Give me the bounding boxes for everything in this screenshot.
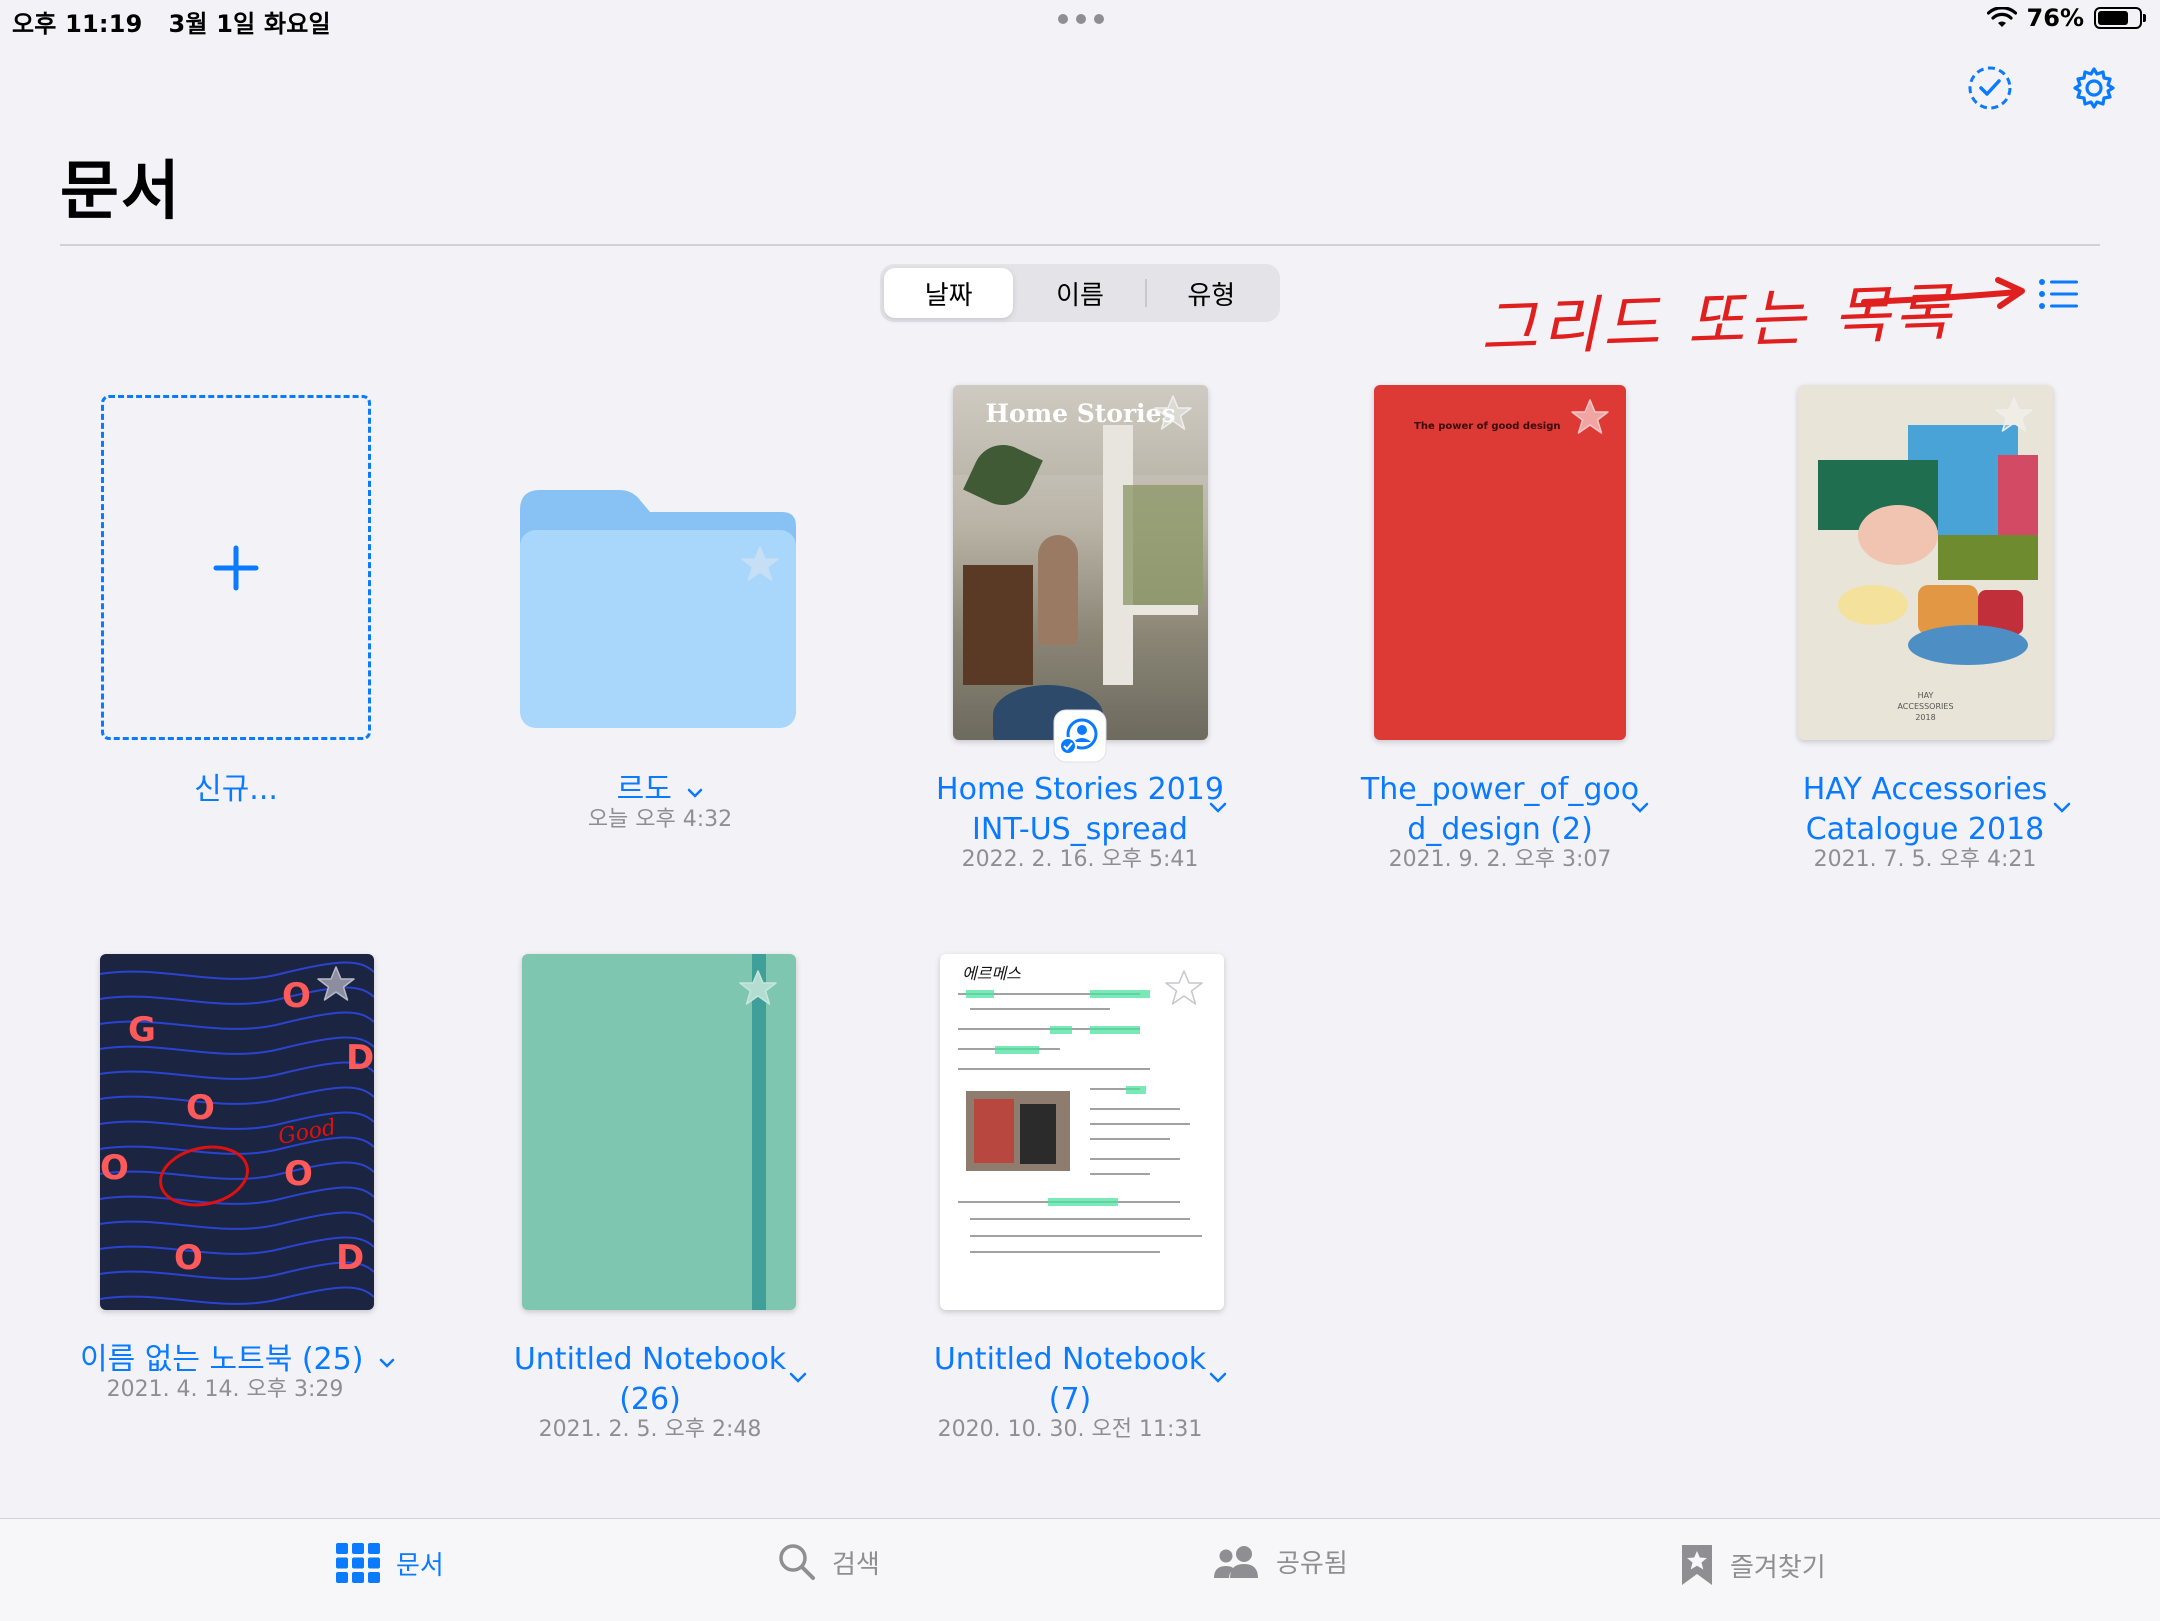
sort-option-date[interactable]: 날짜 bbox=[884, 268, 1014, 318]
document-thumbnail[interactable]: The power of good design bbox=[1374, 385, 1626, 740]
status-bar-left: 오후 11:19 3월 1일 화요일 bbox=[12, 4, 357, 39]
item-name[interactable]: Untitled Notebook (26) bbox=[480, 1340, 820, 1420]
item-name[interactable]: 이름 없는 노트북 (25) bbox=[60, 1340, 415, 1380]
item-name-line: Catalogue 2018 bbox=[1805, 812, 2045, 847]
battery-percent: 76% bbox=[2026, 4, 2084, 32]
chevron-down-icon[interactable] bbox=[1630, 800, 1650, 814]
document-thumbnail[interactable]: HAY ACCESSORIES 2018 bbox=[1798, 385, 2053, 740]
folder-name: 르도 bbox=[616, 772, 672, 807]
sort-option-name[interactable]: 이름 bbox=[1015, 268, 1144, 318]
item-name-line: Home Stories 2019 bbox=[936, 772, 1224, 807]
chevron-down-icon[interactable] bbox=[1208, 800, 1228, 814]
cover-letter: D bbox=[346, 1038, 374, 1078]
cover-letter: D bbox=[336, 1238, 365, 1278]
page-title: 문서 bbox=[60, 155, 182, 229]
item-name-line: HAY Accessories bbox=[1802, 772, 2048, 807]
gear-icon bbox=[2073, 67, 2115, 109]
item-date: 2021. 7. 5. 오후 4:21 bbox=[1813, 847, 2037, 872]
item-name-line: (26) bbox=[619, 1382, 681, 1417]
search-icon bbox=[779, 1544, 815, 1580]
item-date: 오늘 오후 4:32 bbox=[587, 807, 733, 832]
cover-letter: O bbox=[100, 1148, 129, 1188]
notebook-thumbnail[interactable]: G O O D O O O D Good bbox=[100, 954, 374, 1310]
folder-icon bbox=[520, 490, 796, 728]
favorite-star-icon[interactable] bbox=[1164, 968, 1204, 1008]
item-name[interactable]: The_power_of_goo d_design (2) bbox=[1330, 770, 1670, 850]
item-date: 2021. 4. 14. 오후 3:29 bbox=[106, 1377, 344, 1402]
cover-letter: O bbox=[284, 1154, 313, 1194]
select-button[interactable] bbox=[1962, 60, 2018, 116]
battery-icon bbox=[2094, 7, 2146, 29]
item-date: 2021. 9. 2. 오후 3:07 bbox=[1388, 847, 1612, 872]
item-name-line: INT-US_spread bbox=[972, 812, 1188, 847]
tab-label: 문서 bbox=[396, 1550, 444, 1581]
annotation-arrow-icon bbox=[1861, 277, 2025, 309]
favorite-star-icon[interactable] bbox=[738, 968, 778, 1008]
header-divider bbox=[60, 244, 2100, 246]
cover-letter: O bbox=[174, 1238, 203, 1278]
favorite-star-icon[interactable] bbox=[316, 964, 356, 1004]
cover-text: 2018 bbox=[1915, 713, 1936, 722]
item-name-line: 이름 없는 노트북 (25) bbox=[80, 1342, 364, 1377]
favorite-star-icon[interactable] bbox=[1570, 397, 1610, 437]
chevron-down-icon[interactable] bbox=[687, 787, 703, 799]
settings-button[interactable] bbox=[2066, 60, 2122, 116]
new-document-button[interactable] bbox=[101, 395, 371, 740]
tab-label: 검색 bbox=[832, 1549, 880, 1580]
tab-documents[interactable]: 문서 bbox=[336, 1543, 444, 1583]
sort-segmented-control[interactable]: 날짜 이름 유형 bbox=[880, 264, 1280, 322]
tab-label: 공유됨 bbox=[1276, 1549, 1348, 1579]
item-date: 2021. 2. 5. 오후 2:48 bbox=[538, 1417, 762, 1442]
list-icon[interactable] bbox=[2036, 274, 2080, 314]
cover-text: HAY bbox=[1917, 691, 1934, 700]
tab-bar: 문서 검색 공유됨 즐겨찾기 bbox=[0, 1518, 2160, 1621]
chevron-down-icon[interactable] bbox=[379, 1357, 395, 1369]
folder-thumbnail[interactable] bbox=[520, 490, 800, 730]
dashed-checkmark-circle-icon bbox=[1968, 66, 2012, 110]
item-name[interactable]: Untitled Notebook (7) bbox=[900, 1340, 1240, 1420]
notebook-thumbnail[interactable]: 에르메스 bbox=[940, 954, 1224, 1310]
tab-search[interactable]: 검색 bbox=[778, 1543, 880, 1581]
sort-option-type[interactable]: 유형 bbox=[1147, 268, 1276, 318]
item-name-line: Untitled Notebook bbox=[933, 1342, 1207, 1377]
item-name-line: (7) bbox=[1048, 1382, 1092, 1417]
item-name[interactable]: Home Stories 2019 INT-US_spread bbox=[905, 770, 1255, 850]
item-name[interactable]: 르도 bbox=[520, 770, 800, 810]
chevron-down-icon[interactable] bbox=[1208, 1370, 1228, 1384]
favorite-star-icon[interactable] bbox=[740, 544, 780, 584]
tab-shared[interactable]: 공유됨 bbox=[1212, 1543, 1348, 1580]
status-bar-right: 76% bbox=[1986, 4, 2146, 32]
plus-icon bbox=[213, 545, 259, 590]
status-time: 오후 11:19 bbox=[12, 10, 143, 38]
wifi-icon bbox=[1986, 7, 2017, 27]
item-name[interactable]: HAY Accessories Catalogue 2018 bbox=[1755, 770, 2095, 850]
item-name[interactable]: 신규... bbox=[101, 770, 371, 810]
chevron-down-icon[interactable] bbox=[2052, 800, 2072, 814]
grid-icon bbox=[336, 1543, 380, 1583]
multitasking-dots-icon[interactable] bbox=[1058, 14, 1104, 24]
cover-letter: O bbox=[282, 976, 311, 1016]
chevron-down-icon[interactable] bbox=[788, 1370, 808, 1384]
item-name-line: The_power_of_goo bbox=[1360, 772, 1640, 807]
favorite-star-icon[interactable] bbox=[1153, 393, 1193, 433]
item-name-line: d_design (2) bbox=[1407, 812, 1593, 847]
notebook-thumbnail[interactable] bbox=[522, 954, 796, 1310]
cover-handwriting: Good bbox=[276, 1115, 338, 1150]
tab-favorites[interactable]: 즐겨찾기 bbox=[1680, 1543, 1826, 1587]
shared-person-icon bbox=[1053, 709, 1107, 763]
item-date: 2022. 2. 16. 오후 5:41 bbox=[961, 847, 1199, 872]
people-icon bbox=[1214, 1545, 1258, 1578]
document-thumbnail[interactable]: Home Stories bbox=[953, 385, 1208, 740]
tab-label: 즐겨찾기 bbox=[1730, 1552, 1826, 1583]
favorite-star-icon[interactable] bbox=[1994, 395, 2034, 435]
cover-title: The power of good design bbox=[1414, 421, 1561, 432]
status-date: 3월 1일 화요일 bbox=[168, 10, 331, 38]
item-date: 2020. 10. 30. 오전 11:31 bbox=[937, 1417, 1203, 1442]
cover-text: ACCESSORIES bbox=[1897, 702, 1954, 711]
item-name-line: Untitled Notebook bbox=[513, 1342, 787, 1377]
cover-letter: G bbox=[128, 1010, 156, 1050]
bookmark-star-icon bbox=[1682, 1545, 1712, 1585]
cover-letter: O bbox=[186, 1088, 215, 1128]
